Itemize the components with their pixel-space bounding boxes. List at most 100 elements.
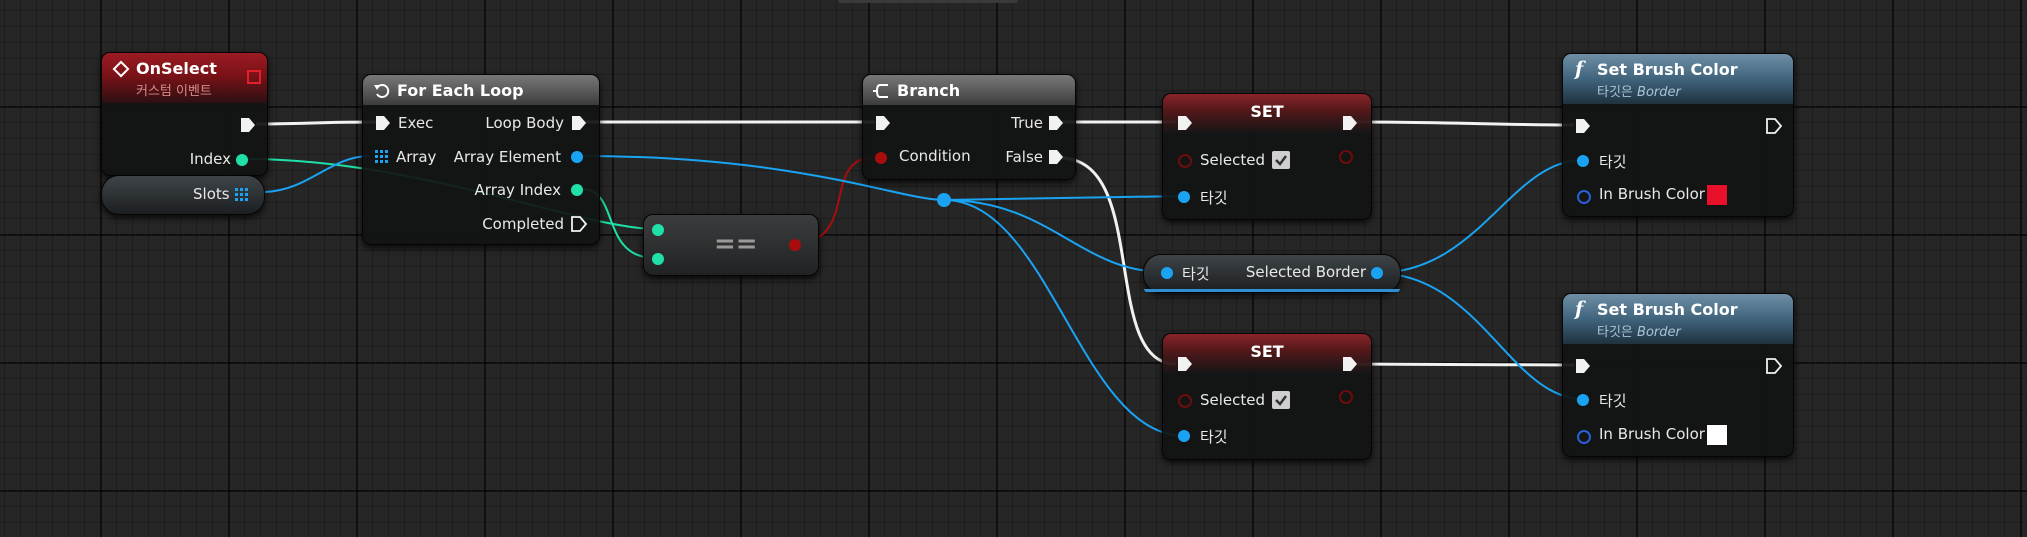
b-input-pin[interactable]	[652, 253, 664, 265]
exec-in-pin[interactable]	[375, 115, 391, 131]
node-title: For Each Loop	[397, 81, 524, 100]
set-brush-color-node-2[interactable]: f Set Brush Color 타깃은 Border 타깃 In Brush…	[1562, 293, 1794, 457]
exec-in-pin[interactable]	[1575, 358, 1591, 374]
loop-body-exec-pin[interactable]	[571, 115, 587, 131]
node-title: SET	[1250, 102, 1284, 121]
node-title: Set Brush Color	[1597, 60, 1738, 79]
node-subtitle: 타깃은 Border	[1597, 81, 1681, 100]
selected-label: Selected	[1200, 391, 1266, 409]
node-subtitle: 커스텀 이벤트	[136, 84, 212, 99]
branch-node[interactable]: Branch Condition True False	[862, 74, 1076, 180]
exec-wire[interactable]	[255, 120, 378, 126]
array-index-label: Array Index	[474, 181, 561, 199]
selected-input-pin[interactable]	[1178, 394, 1192, 408]
event-diamond-icon	[112, 60, 130, 78]
selected-border-variable-node[interactable]: 타깃 Selected Border	[1143, 254, 1401, 293]
node-subtitle: 타깃은 Border	[1597, 321, 1681, 340]
on-select-event-node[interactable]: OnSelect 커스텀 이벤트 Index	[101, 52, 268, 176]
selected-checkbox[interactable]	[1272, 151, 1290, 169]
completed-exec-pin[interactable]	[571, 216, 587, 232]
loop-body-label: Loop Body	[485, 114, 564, 132]
selected-label: Selected	[1200, 151, 1266, 169]
false-exec-pin[interactable]	[1048, 149, 1064, 165]
brush-color-swatch[interactable]	[1706, 424, 1728, 446]
brush-color-swatch[interactable]	[1706, 184, 1728, 206]
target-input-pin[interactable]	[1577, 155, 1589, 167]
for-each-loop-node[interactable]: For Each Loop Exec Array Loop Body Array…	[362, 74, 600, 245]
exec-label: Exec	[398, 114, 434, 132]
node-header[interactable]: OnSelect 커스텀 이벤트	[102, 53, 267, 103]
array-grid-icon[interactable]	[235, 188, 249, 202]
set-selected-true-node[interactable]: SET Selected 타깃	[1162, 93, 1372, 220]
exec-out-pin[interactable]	[1342, 356, 1358, 372]
exec-out-pin[interactable]	[1766, 118, 1782, 134]
set-selected-false-node[interactable]: SET Selected 타깃	[1162, 333, 1372, 460]
reroute-node[interactable]	[937, 193, 951, 207]
node-title: Branch	[897, 81, 961, 100]
exec-wire[interactable]	[1355, 120, 1575, 127]
exec-in-pin[interactable]	[1177, 356, 1193, 372]
object-wire[interactable]	[1375, 159, 1584, 274]
object-wire[interactable]	[943, 199, 1186, 437]
target-input-pin[interactable]	[1178, 191, 1190, 203]
subtitle-prefix: 타깃은	[1597, 85, 1633, 100]
object-wire[interactable]	[943, 199, 1165, 273]
node-header[interactable]: SET	[1163, 334, 1371, 374]
set-brush-color-node-1[interactable]: f Set Brush Color 타깃은 Border 타깃 In Brush…	[1562, 53, 1794, 217]
function-icon: f	[1575, 58, 1584, 80]
target-input-pin[interactable]	[1577, 394, 1589, 406]
subtitle-class: Border	[1637, 325, 1681, 340]
bool-output-pin[interactable]	[789, 239, 801, 251]
exec-in-pin[interactable]	[1575, 118, 1591, 134]
index-out-pin[interactable]	[236, 154, 248, 166]
object-wire[interactable]	[943, 195, 1186, 201]
target-input-pin[interactable]	[1178, 430, 1190, 442]
node-header[interactable]: For Each Loop	[363, 75, 599, 105]
subtitle-prefix: 타깃은	[1597, 325, 1633, 340]
a-input-pin[interactable]	[652, 224, 664, 236]
node-title: OnSelect	[136, 59, 217, 78]
exec-wire[interactable]	[1355, 362, 1575, 367]
false-label: False	[1005, 148, 1043, 166]
node-header[interactable]: SET	[1163, 94, 1371, 134]
equal-symbol: ==	[714, 229, 758, 259]
node-header[interactable]: f Set Brush Color 타깃은 Border	[1563, 54, 1793, 104]
delegate-pin-icon[interactable]	[247, 70, 261, 84]
equal-node[interactable]: ==	[643, 214, 819, 276]
brush-color-label: In Brush Color	[1599, 185, 1705, 203]
slots-label: Slots	[193, 185, 230, 203]
brush-color-label: In Brush Color	[1599, 425, 1705, 443]
array-element-pin[interactable]	[571, 151, 583, 163]
node-header[interactable]: f Set Brush Color 타깃은 Border	[1563, 294, 1793, 344]
selected-output-pin[interactable]	[1339, 150, 1353, 164]
exec-in-pin[interactable]	[875, 115, 891, 131]
exec-out-pin[interactable]	[1766, 358, 1782, 374]
exec-out-pin[interactable]	[240, 117, 256, 133]
selected-border-label: Selected Border	[1245, 263, 1366, 281]
completed-label: Completed	[482, 215, 564, 233]
object-wire[interactable]	[264, 155, 371, 193]
selected-input-pin[interactable]	[1178, 154, 1192, 168]
exec-in-pin[interactable]	[1177, 115, 1193, 131]
selected-output-pin[interactable]	[1339, 390, 1353, 404]
slots-variable-node[interactable]: Slots	[101, 175, 265, 215]
object-wire[interactable]	[1375, 272, 1584, 400]
selected-checkbox[interactable]	[1272, 391, 1290, 409]
variable-type-stripe	[1144, 289, 1400, 292]
target-input-pin[interactable]	[1161, 267, 1173, 279]
array-grid-icon[interactable]	[375, 150, 389, 164]
node-title: Set Brush Color	[1597, 300, 1738, 319]
brush-color-input-pin[interactable]	[1577, 430, 1591, 444]
array-index-pin[interactable]	[571, 184, 583, 196]
target-label: 타깃	[1599, 392, 1627, 410]
branch-icon	[873, 84, 888, 98]
true-exec-pin[interactable]	[1048, 115, 1064, 131]
node-header[interactable]: Branch	[863, 75, 1075, 105]
array-element-label: Array Element	[453, 148, 561, 166]
selected-border-output-pin[interactable]	[1371, 267, 1383, 279]
condition-pin[interactable]	[875, 152, 887, 164]
offscreen-node-edge	[838, 0, 1018, 3]
exec-out-pin[interactable]	[1342, 115, 1358, 131]
brush-color-input-pin[interactable]	[1577, 190, 1591, 204]
index-label: Index	[189, 150, 231, 168]
